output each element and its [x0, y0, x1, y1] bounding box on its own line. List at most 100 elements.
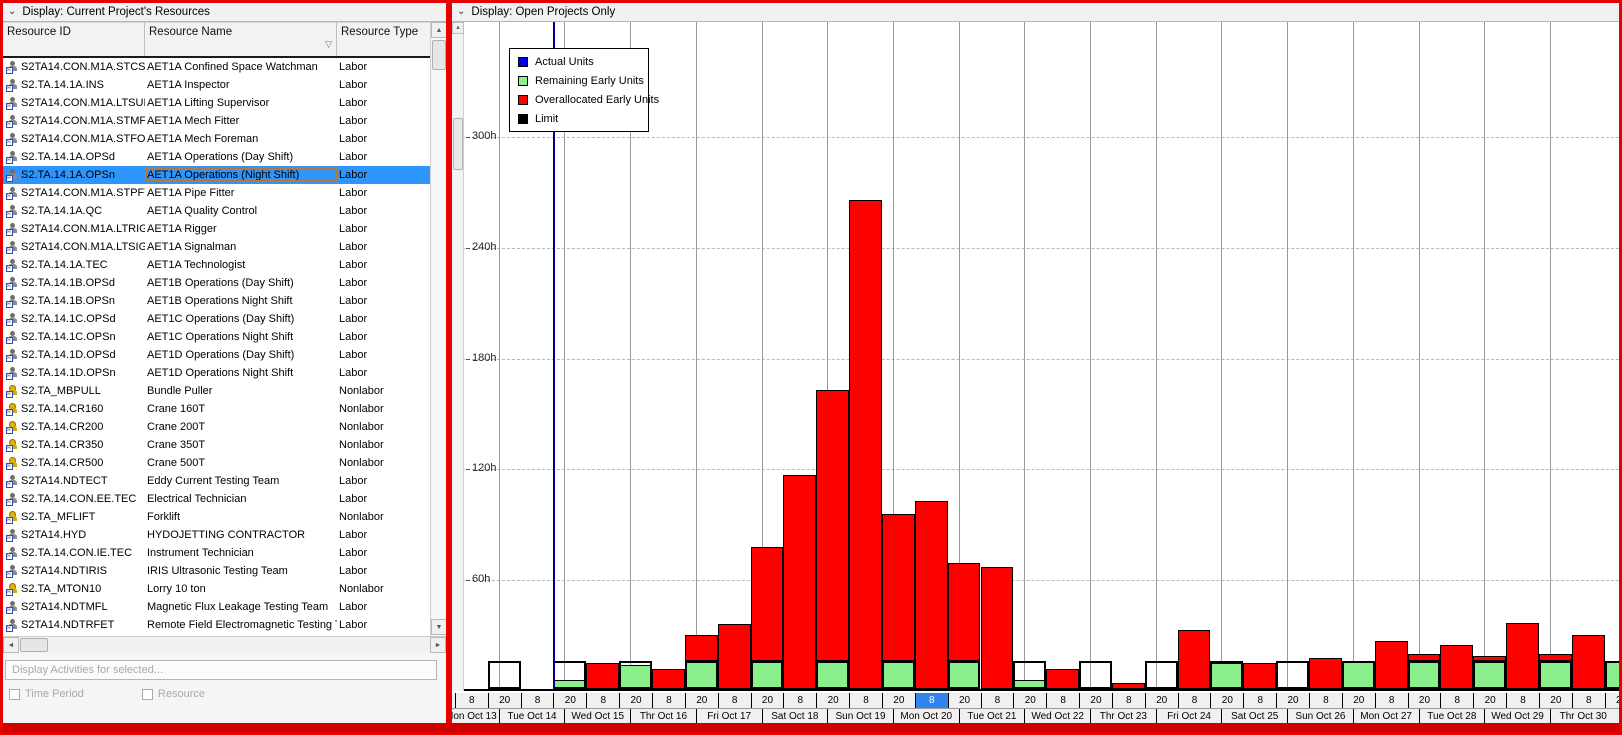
timescale-date-cell[interactable]: Wed Oct 15: [564, 709, 630, 723]
table-horizontal-scrollbar[interactable]: ◄ ►: [3, 636, 446, 653]
resource-id-cell[interactable]: S2.TA.14.CR160: [21, 403, 145, 415]
resource-type-cell[interactable]: Labor: [337, 547, 427, 559]
timescale-shift-cell[interactable]: 8: [981, 693, 1014, 708]
resource-name-cell[interactable]: Bundle Puller: [145, 384, 337, 398]
resource-id-cell[interactable]: S2.TA.14.1B.OPSn: [21, 295, 145, 307]
table-row[interactable]: RS2TA14.CON.M1A.STPFTAET1A Pipe FitterLa…: [3, 184, 430, 202]
timescale-date-cell[interactable]: Sat Oct 18: [762, 709, 828, 723]
table-row[interactable]: RS2TA14.CON.M1A.STCSWAET1A Confined Spac…: [3, 58, 430, 76]
table-row[interactable]: RS2.TA.14.CON.IE.TECInstrument Technicia…: [3, 544, 430, 562]
timescale-date-cell[interactable]: Tue Oct 21: [959, 709, 1025, 723]
timescale-shift-cell[interactable]: 8: [1112, 693, 1145, 708]
resource-type-cell[interactable]: Labor: [337, 79, 427, 91]
resource-name-cell[interactable]: AET1D Operations Night Shift: [145, 366, 337, 380]
resource-name-cell[interactable]: Electrical Technician: [145, 492, 337, 506]
timescale-shift-cell[interactable]: 20: [1013, 693, 1046, 708]
column-header-resource-id[interactable]: Resource ID: [3, 22, 145, 56]
resource-id-cell[interactable]: S2.TA.14.1A.OPSd: [21, 151, 145, 163]
vertical-scroll-thumb[interactable]: [432, 40, 446, 70]
resource-id-cell[interactable]: S2.TA.14.1C.OPSn: [21, 331, 145, 343]
resource-name-cell[interactable]: AET1A Pipe Fitter: [145, 186, 337, 200]
timescale-shift-cell[interactable]: 20: [816, 693, 849, 708]
table-row[interactable]: RS2.TA.14.1D.OPSdAET1D Operations (Day S…: [3, 346, 430, 364]
timescale-shift-cell[interactable]: 20: [685, 693, 718, 708]
resource-type-cell[interactable]: Nonlabor: [337, 511, 427, 523]
resource-id-cell[interactable]: S2TA14.CON.M1A.LTRIG: [21, 223, 145, 235]
timescale-shift-cell[interactable]: 8: [1572, 693, 1605, 708]
timescale-shift-cell[interactable]: 20: [751, 693, 784, 708]
timescale-date-cell[interactable]: Sat Oct 25: [1221, 709, 1287, 723]
timescale-shift-cell[interactable]: 8: [1243, 693, 1276, 708]
left-display-bar[interactable]: ⌄ Display: Current Project's Resources: [3, 3, 446, 22]
timescale-shift-cell[interactable]: 8: [521, 693, 554, 708]
timescale-shift-cell[interactable]: 20: [1276, 693, 1309, 708]
resource-name-cell[interactable]: AET1C Operations Night Shift: [145, 330, 337, 344]
resource-type-cell[interactable]: Labor: [337, 601, 427, 613]
resource-name-cell[interactable]: AET1A Confined Space Watchman: [145, 60, 337, 74]
resource-id-cell[interactable]: S2TA14.NDTMFL: [21, 601, 145, 613]
resource-name-cell[interactable]: HYDOJETTING CONTRACTOR: [145, 528, 337, 542]
timescale-shift-cell[interactable]: 20: [1342, 693, 1375, 708]
scroll-right-button[interactable]: ►: [430, 637, 446, 653]
resource-id-cell[interactable]: S2.TA.14.1A.OPSn: [21, 169, 145, 181]
resource-id-cell[interactable]: S2.TA.14.1A.INS: [21, 79, 145, 91]
resource-id-cell[interactable]: S2TA14.CON.M1A.STPFT: [21, 187, 145, 199]
table-row[interactable]: RS2.TA.14.CR200Crane 200TNonlabor: [3, 418, 430, 436]
timescale-shift-cell[interactable]: 8: [783, 693, 816, 708]
resource-id-cell[interactable]: S2TA14.HYD: [21, 529, 145, 541]
resource-name-cell[interactable]: IRIS Ultrasonic Testing Team: [145, 564, 337, 578]
resource-name-cell[interactable]: AET1D Operations (Day Shift): [145, 348, 337, 362]
table-row[interactable]: RS2.TA.14.1A.OPSnAET1A Operations (Night…: [3, 166, 430, 184]
resource-name-cell[interactable]: AET1A Mech Foreman: [145, 132, 337, 146]
timescale-shift-cell[interactable]: 20: [948, 693, 981, 708]
resource-type-cell[interactable]: Nonlabor: [337, 421, 427, 433]
table-row[interactable]: RS2.TA.14.1A.TECAET1A TechnologistLabor: [3, 256, 430, 274]
resource-type-cell[interactable]: Labor: [337, 241, 427, 253]
timescale-shift-cell[interactable]: 8: [1178, 693, 1211, 708]
table-row[interactable]: RS2TA14.CON.M1A.LTSIGAET1A SignalmanLabo…: [3, 238, 430, 256]
resource-id-cell[interactable]: S2TA14.NDTRFET: [21, 619, 145, 631]
timescale-shift-cell[interactable]: 20: [1473, 693, 1506, 708]
table-row[interactable]: RS2.TA_MFLIFTForkliftNonlabor: [3, 508, 430, 526]
timescale-shift-cell[interactable]: 8: [1046, 693, 1079, 708]
table-row[interactable]: RS2TA14.CON.M1A.LTSUPAET1A Lifting Super…: [3, 94, 430, 112]
table-row[interactable]: RS2TA14.NDTRFETRemote Field Electromagne…: [3, 616, 430, 634]
resource-name-cell[interactable]: Crane 200T: [145, 420, 337, 434]
resource-id-cell[interactable]: S2TA14.CON.M1A.STFOR: [21, 133, 145, 145]
resource-name-cell[interactable]: AET1A Inspector: [145, 78, 337, 92]
resource-name-cell[interactable]: AET1A Operations (Night Shift): [145, 168, 337, 182]
resource-name-cell[interactable]: AET1A Operations (Day Shift): [145, 150, 337, 164]
resource-id-cell[interactable]: S2.TA_MBPULL: [21, 385, 145, 397]
timescale-date-cell[interactable]: Thr Oct 30: [1550, 709, 1616, 723]
resource-type-cell[interactable]: Nonlabor: [337, 439, 427, 451]
checkbox-icon[interactable]: [9, 689, 20, 700]
resource-id-cell[interactable]: S2TA14.CON.M1A.LTSIG: [21, 241, 145, 253]
resource-type-cell[interactable]: Nonlabor: [337, 457, 427, 469]
timescale-shift-cell[interactable]: 20: [619, 693, 652, 708]
resource-name-cell[interactable]: AET1C Operations (Day Shift): [145, 312, 337, 326]
resource-type-cell[interactable]: Labor: [337, 619, 427, 631]
resource-name-cell[interactable]: AET1A Technologist: [145, 258, 337, 272]
resource-id-cell[interactable]: S2TA14.NDTECT: [21, 475, 145, 487]
table-row[interactable]: RS2.TA.14.1C.OPSdAET1C Operations (Day S…: [3, 310, 430, 328]
resource-name-cell[interactable]: Lorry 10 ton: [145, 582, 337, 596]
resource-name-cell[interactable]: AET1B Operations Night Shift: [145, 294, 337, 308]
resource-id-cell[interactable]: S2.TA.14.1A.TEC: [21, 259, 145, 271]
table-row[interactable]: RS2TA14.NDTMFLMagnetic Flux Leakage Test…: [3, 598, 430, 616]
resource-name-cell[interactable]: AET1A Rigger: [145, 222, 337, 236]
resource-type-cell[interactable]: Nonlabor: [337, 385, 427, 397]
resource-id-cell[interactable]: S2.TA.14.1C.OPSd: [21, 313, 145, 325]
timescale-date-cell[interactable]: Mon Oct 20: [893, 709, 959, 723]
checkbox-icon[interactable]: [142, 689, 153, 700]
resource-id-cell[interactable]: S2.TA.14.1D.OPSn: [21, 367, 145, 379]
timescale-shift-cell[interactable]: 20: [1408, 693, 1441, 708]
resource-type-cell[interactable]: Labor: [337, 529, 427, 541]
timescale-shift-cell[interactable]: 8: [1309, 693, 1342, 708]
resource-type-cell[interactable]: Labor: [337, 115, 427, 127]
table-vertical-scrollbar[interactable]: ▲ ▼: [430, 22, 446, 636]
table-row[interactable]: RS2TA14.CON.M1A.LTRIGAET1A RiggerLabor: [3, 220, 430, 238]
resource-id-cell[interactable]: S2.TA.14.CON.EE.TEC: [21, 493, 145, 505]
column-header-resource-type[interactable]: Resource Type: [337, 22, 430, 56]
resource-name-cell[interactable]: Crane 500T: [145, 456, 337, 470]
resource-type-cell[interactable]: Labor: [337, 331, 427, 343]
